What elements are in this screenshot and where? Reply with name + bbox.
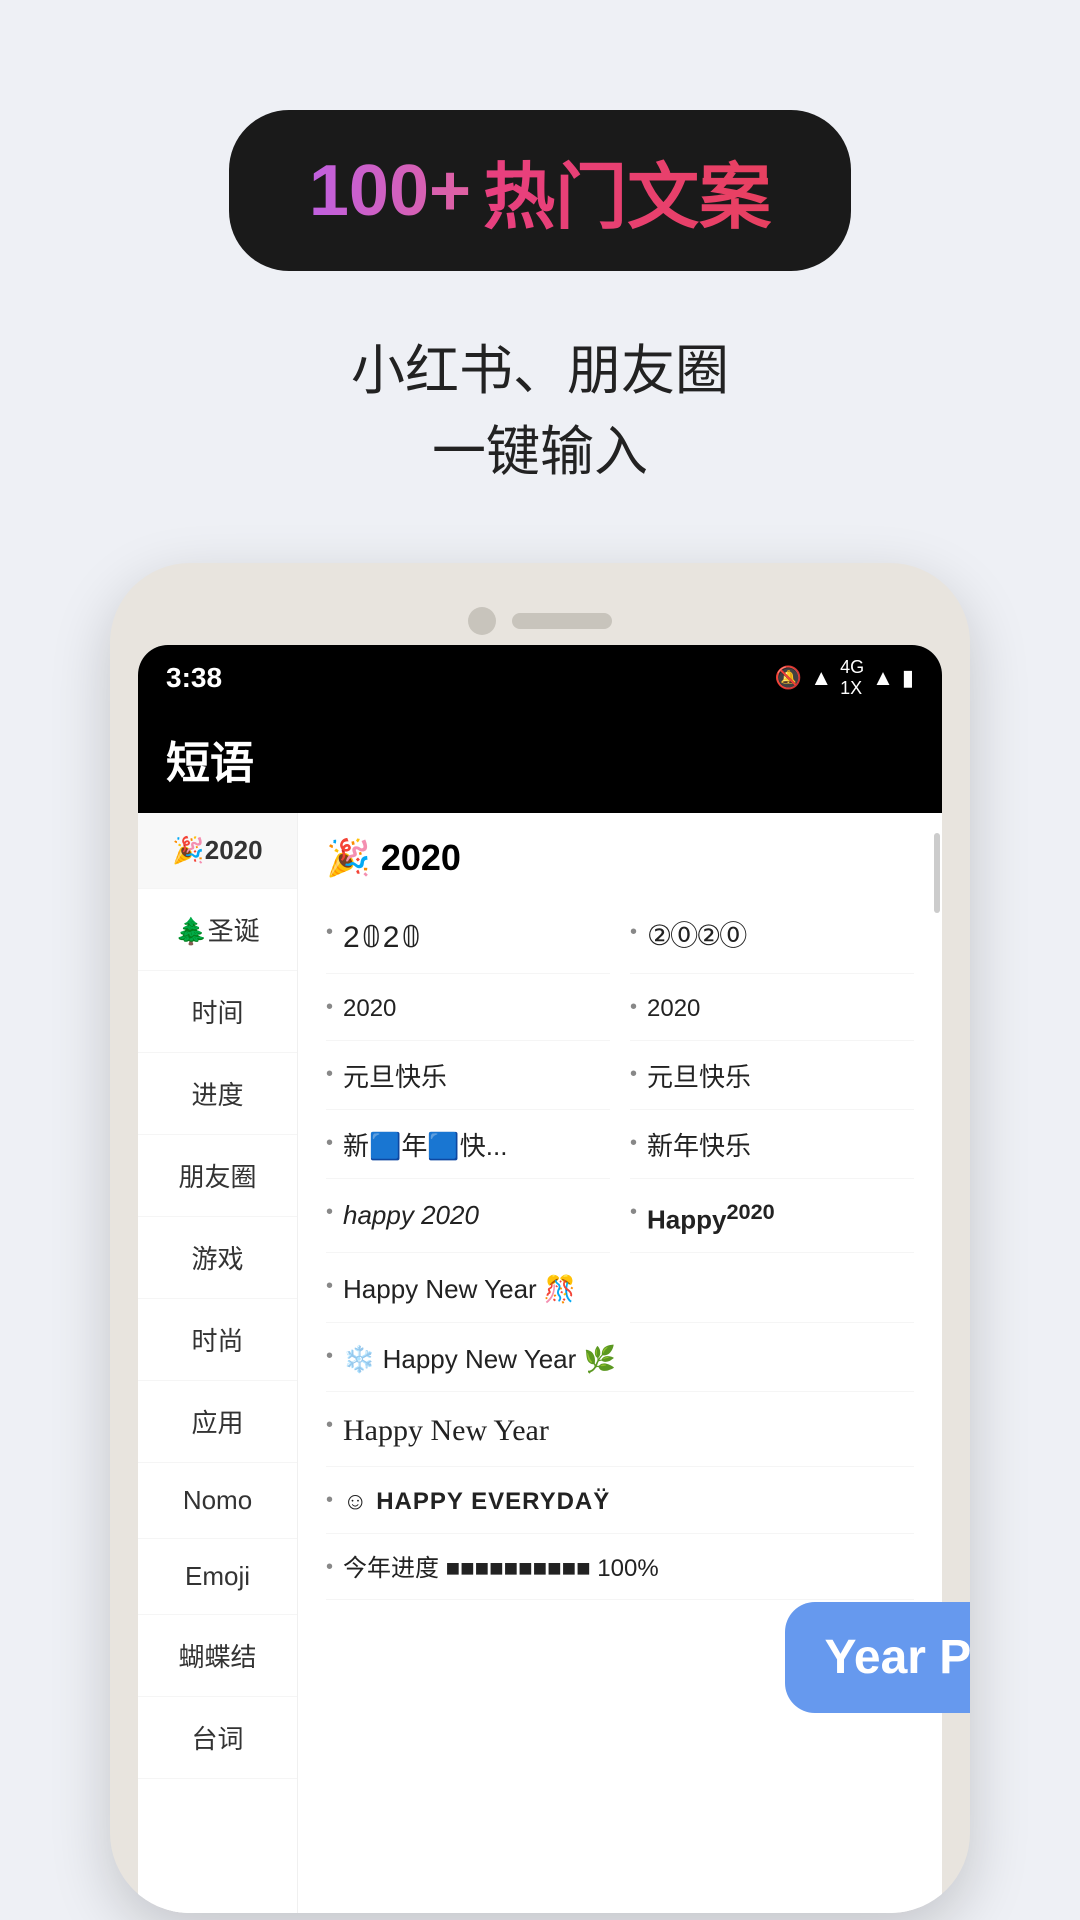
item-text: ☺ HAPPY EVERYDAŸ: [343, 1485, 610, 1519]
top-section: 100+ 热门文案 小红书、朋友圈 一键输入: [0, 0, 1080, 493]
item-text: 今年进度 ■■■■■■■■■■ 100%: [343, 1552, 659, 1586]
bullet-icon: •: [630, 1132, 637, 1155]
item-text: ❄️ Happy New Year 🌿: [343, 1341, 616, 1377]
sidebar-item-games[interactable]: 游戏: [138, 1217, 297, 1299]
bullet-icon: •: [326, 1489, 333, 1512]
bullet-icon: •: [326, 1275, 333, 1298]
sidebar-item-time[interactable]: 时间: [138, 971, 297, 1053]
list-item[interactable]: • ☺ HAPPY EVERYDAŸ: [326, 1471, 914, 1534]
item-text: Happy New Year: [343, 1410, 549, 1452]
bullet-icon: •: [326, 1063, 333, 1086]
list-item[interactable]: • Happy2020: [630, 1183, 914, 1253]
list-item[interactable]: • happy 2020: [326, 1183, 610, 1253]
wifi-icon: ▲: [810, 665, 832, 691]
list-item[interactable]: • 新年快乐: [630, 1114, 914, 1179]
sidebar-item-nomo[interactable]: Nomo: [138, 1463, 297, 1539]
item-text: happy 2020: [343, 1197, 479, 1233]
badge-number: 100+: [309, 150, 471, 232]
network-label: 4G1X: [840, 657, 864, 699]
section-title: 🎉 2020: [326, 837, 914, 879]
sidebar-item-bow[interactable]: 蝴蝶结: [138, 1615, 297, 1697]
sidebar-item-script[interactable]: 台词: [138, 1697, 297, 1779]
bubble-overlay: Year Pr: [785, 1602, 970, 1713]
item-text: Happy New Year 🎊: [343, 1271, 576, 1307]
bullet-icon: •: [326, 996, 333, 1019]
item-text: Happy2020: [647, 1197, 775, 1238]
bullet-icon: •: [630, 1201, 637, 1224]
mute-icon: 🔕: [775, 665, 802, 691]
bullet-icon: •: [630, 921, 637, 944]
sidebar-item-emoji[interactable]: Emoji: [138, 1539, 297, 1615]
speaker-icon: [512, 613, 612, 629]
subtitle: 小红书、朋友圈 一键输入: [351, 331, 729, 493]
list-item[interactable]: • Happy New Year 🎊: [326, 1257, 610, 1322]
item-text: 元旦快乐: [343, 1059, 447, 1095]
status-icons: 🔕 ▲ 4G1X ▲ ▮: [775, 657, 914, 699]
item-text: ②⓪②⓪: [647, 917, 745, 956]
bullet-icon: •: [630, 996, 637, 1019]
bullet-icon: •: [326, 1414, 333, 1437]
bullet-icon: •: [326, 1556, 333, 1579]
list-item[interactable]: • ②⓪②⓪: [630, 903, 914, 974]
bullet-icon: •: [326, 1345, 333, 1368]
promo-badge: 100+ 热门文案: [229, 110, 851, 271]
bubble-text: Year Pr: [825, 1631, 970, 1684]
section-title-text: 2020: [381, 837, 461, 879]
item-text: 新年快乐: [647, 1128, 751, 1164]
sidebar-item-progress[interactable]: 进度: [138, 1053, 297, 1135]
battery-icon: ▮: [902, 665, 914, 691]
item-text: 2020: [647, 992, 700, 1026]
status-bar: 3:38 🔕 ▲ 4G1X ▲ ▮: [138, 645, 942, 709]
item-text: 新🟦年🟦快...: [343, 1128, 507, 1164]
list-item[interactable]: • 元旦快乐: [326, 1045, 610, 1110]
bullet-icon: •: [326, 921, 333, 944]
status-time: 3:38: [166, 662, 222, 694]
list-item[interactable]: • 2𝟘2𝟘: [326, 903, 610, 974]
phone-mockup: 3:38 🔕 ▲ 4G1X ▲ ▮ 短语 🎉2020 🌲圣诞: [110, 563, 970, 1913]
section-emoji: 🎉: [326, 837, 371, 879]
scrollbar[interactable]: [934, 833, 940, 913]
sidebar-item-fashion[interactable]: 时尚: [138, 1299, 297, 1381]
item-text: 2020: [343, 992, 396, 1026]
sidebar: 🎉2020 🌲圣诞 时间 进度 朋友圈 游戏 时尚 应用 Nomo Emoji …: [138, 813, 298, 1913]
phone-screen: 3:38 🔕 ▲ 4G1X ▲ ▮ 短语 🎉2020 🌲圣诞: [138, 645, 942, 1913]
list-item[interactable]: • 元旦快乐: [630, 1045, 914, 1110]
list-item[interactable]: • 今年进度 ■■■■■■■■■■ 100%: [326, 1538, 914, 1601]
app-body: 🎉2020 🌲圣诞 时间 进度 朋友圈 游戏 时尚 应用 Nomo Emoji …: [138, 813, 942, 1913]
content-area: 🎉 2020 • 2𝟘2𝟘 • ②⓪②⓪: [298, 813, 942, 1913]
bullet-icon: •: [326, 1132, 333, 1155]
content-grid: • 2𝟘2𝟘 • ②⓪②⓪ • 2020 •: [326, 903, 914, 1600]
app-header: 短语: [138, 709, 942, 813]
bullet-icon: •: [326, 1201, 333, 1224]
signal-icon: ▲: [872, 665, 894, 691]
list-item[interactable]: • ❄️ Happy New Year 🌿: [326, 1327, 914, 1392]
sidebar-item-christmas[interactable]: 🌲圣诞: [138, 889, 297, 971]
list-item[interactable]: • Happy New Year: [326, 1396, 914, 1467]
list-item[interactable]: • 新🟦年🟦快...: [326, 1114, 610, 1179]
sidebar-item-apps[interactable]: 应用: [138, 1381, 297, 1463]
subtitle-line2: 一键输入: [432, 422, 648, 482]
bullet-icon: •: [630, 1063, 637, 1086]
sidebar-item-2020[interactable]: 🎉2020: [138, 813, 297, 889]
phone-notch: [138, 593, 942, 645]
list-item[interactable]: • 2020: [630, 978, 914, 1041]
camera-icon: [468, 607, 496, 635]
app-title: 短语: [166, 727, 914, 791]
item-text: 元旦快乐: [647, 1059, 751, 1095]
phone-outer: 3:38 🔕 ▲ 4G1X ▲ ▮ 短语 🎉2020 🌲圣诞: [110, 563, 970, 1913]
item-text: 2𝟘2𝟘: [343, 917, 423, 959]
list-item[interactable]: • 2020: [326, 978, 610, 1041]
badge-label: 热门文案: [483, 138, 771, 243]
subtitle-line1: 小红书、朋友圈: [351, 341, 729, 401]
list-item: [630, 1257, 914, 1322]
sidebar-item-moments[interactable]: 朋友圈: [138, 1135, 297, 1217]
